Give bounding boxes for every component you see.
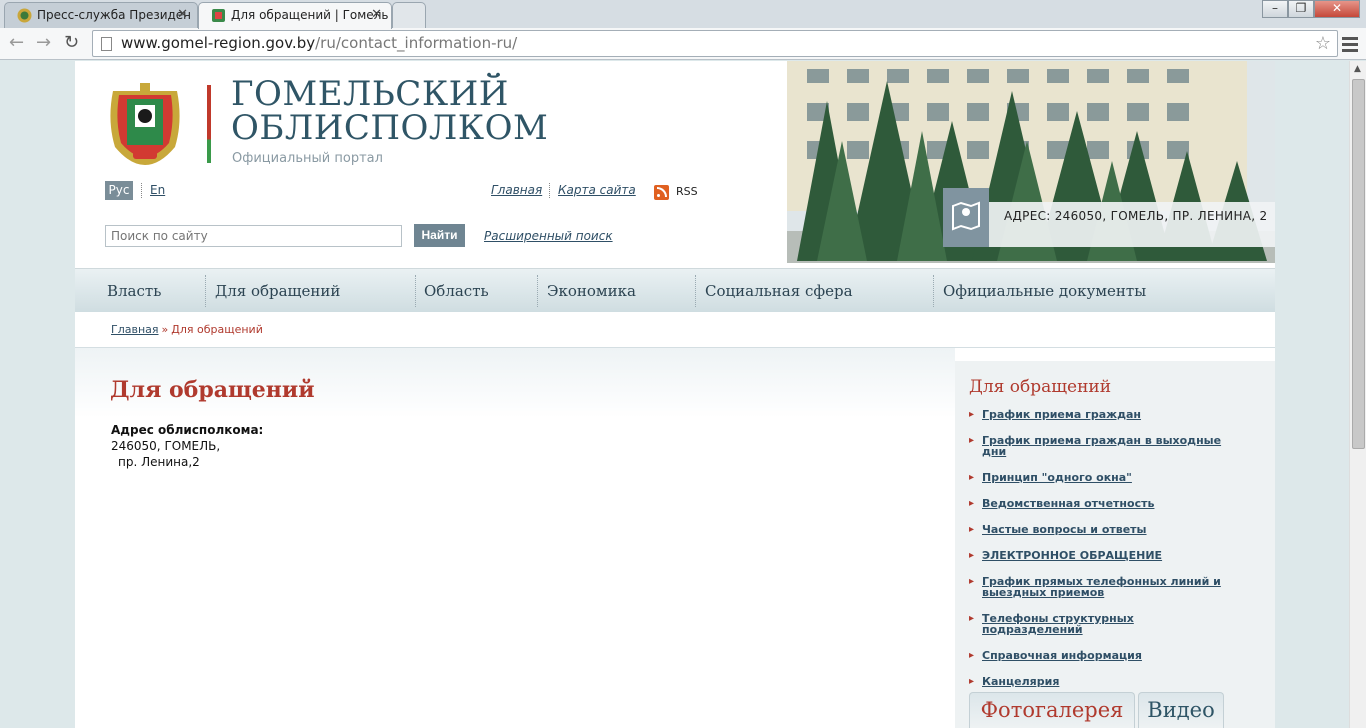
home-link[interactable]: Главная <box>491 183 542 197</box>
breadcrumb-home-link[interactable]: Главная <box>111 323 159 336</box>
nav-item-region[interactable]: Область <box>424 282 489 300</box>
nav-item-appeals[interactable]: Для обращений <box>215 282 340 300</box>
browser-tab-bar: Пресс-служба Президен ✕ Для обращений | … <box>0 0 1366 29</box>
new-tab-button[interactable] <box>392 2 426 28</box>
minimize-icon[interactable]: – <box>1262 0 1288 18</box>
maximize-icon[interactable]: ❐ <box>1288 0 1314 18</box>
sidebar-item-e-appeal[interactable]: ЭЛЕКТРОННОЕ ОБРАЩЕНИЕ <box>969 550 1234 561</box>
divider <box>537 275 538 307</box>
url-host: www.gomel-region.gov.by <box>121 34 316 52</box>
scroll-up-icon[interactable]: ▲ <box>1354 64 1361 74</box>
lang-ru-button[interactable]: Рус <box>105 181 133 200</box>
nav-item-power[interactable]: Власть <box>107 282 161 300</box>
sitemap-link[interactable]: Карта сайта <box>558 183 636 197</box>
page: ГОМЕЛЬСКИЙ ОБЛИСПОЛКОМ Официальный порта… <box>75 61 1275 728</box>
rss-link[interactable]: RSS <box>676 185 698 198</box>
reload-icon[interactable]: ↻ <box>64 32 79 54</box>
sidebar-item-office[interactable]: Канцелярия <box>969 676 1234 687</box>
address-banner-text: АДРЕС: 246050, ГОМЕЛЬ, ПР. ЛЕНИНА, 2 <box>1004 209 1268 223</box>
nav-item-economy[interactable]: Экономика <box>547 282 636 300</box>
sidebar-menu: График приема граждан График приема граж… <box>969 409 1234 687</box>
sidebar-item-reference[interactable]: Справочная информация <box>969 650 1234 661</box>
title-divider <box>207 85 211 163</box>
divider <box>549 183 550 198</box>
tab-press-service[interactable]: Пресс-служба Президен ✕ <box>4 2 198 28</box>
sidebar-item-faq[interactable]: Частые вопросы и ответы <box>969 524 1234 535</box>
url-path: /ru/contact_information-ru/ <box>315 34 518 52</box>
tab-contact-info[interactable]: Для обращений | Гомель ✕ <box>198 2 392 29</box>
tab-photo-gallery[interactable]: Фотогалерея <box>969 692 1135 728</box>
back-icon[interactable]: ← <box>9 32 24 54</box>
sidebar-item-phones[interactable]: Телефоны структурных подразделений <box>969 613 1234 635</box>
search-input[interactable] <box>105 225 402 247</box>
sidebar-item-weekend-schedule[interactable]: График приема граждан в выходные дни <box>969 435 1234 457</box>
site-title: ГОМЕЛЬСКИЙ ОБЛИСПОЛКОМ <box>231 77 548 145</box>
lang-en-link[interactable]: En <box>150 183 165 197</box>
nav-item-documents[interactable]: Официальные документы <box>943 282 1146 300</box>
window-close-icon[interactable]: ✕ <box>1314 0 1360 18</box>
site-subtitle: Официальный портал <box>232 151 383 166</box>
scrollbar-thumb[interactable] <box>1352 79 1365 449</box>
browser-toolbar: ← → ↻ www.gomel-region.gov.by/ru/contact… <box>0 28 1366 60</box>
divider <box>141 183 142 198</box>
sidebar-title: Для обращений <box>969 377 1112 397</box>
address-line: пр. Ленина,2 <box>118 455 200 469</box>
sidebar-item-reports[interactable]: Ведомственная отчетность <box>969 498 1234 509</box>
address-line: 246050, ГОМЕЛЬ, <box>111 439 221 453</box>
map-icon <box>943 188 989 247</box>
rss-icon[interactable] <box>654 185 669 200</box>
tab-label: Для обращений | Гомель <box>231 8 389 22</box>
divider <box>933 275 934 307</box>
search-button[interactable]: Найти <box>414 224 465 247</box>
advanced-search-link[interactable]: Расширенный поиск <box>484 229 613 243</box>
close-icon[interactable]: ✕ <box>371 3 382 27</box>
sidebar: Для обращений График приема граждан Граф… <box>955 361 1275 728</box>
tab-video[interactable]: Видео <box>1138 692 1224 728</box>
page-title: Для обращений <box>110 377 315 403</box>
forward-icon[interactable]: → <box>36 32 51 54</box>
sidebar-item-schedule[interactable]: График приема граждан <box>969 409 1234 420</box>
close-icon[interactable]: ✕ <box>177 3 188 27</box>
breadcrumb: Главная» Для обращений <box>111 323 263 336</box>
bookmark-star-icon[interactable]: ☆ <box>1315 31 1331 56</box>
coat-of-arms-icon <box>212 9 225 22</box>
main-navigation: Власть Для обращений Область Экономика С… <box>75 268 1275 312</box>
site-title-line2: ОБЛИСПОЛКОМ <box>231 108 549 148</box>
breadcrumb-current: Для обращений <box>171 323 263 336</box>
window-controls: – ❐ ✕ <box>1262 0 1360 18</box>
divider <box>695 275 696 307</box>
divider <box>415 275 416 307</box>
breadcrumb-separator: » <box>161 323 169 336</box>
nav-item-social[interactable]: Социальная сфера <box>705 282 853 300</box>
site-title-line1: ГОМЕЛЬСКИЙ <box>231 74 509 114</box>
sidebar-item-hotlines[interactable]: График прямых телефонных линий и выездны… <box>969 576 1234 598</box>
coat-of-arms-logo <box>110 83 180 165</box>
page-icon <box>101 37 112 51</box>
sidebar-item-one-window[interactable]: Принцип "одного окна" <box>969 472 1234 483</box>
vertical-scrollbar[interactable]: ▲ <box>1349 61 1366 728</box>
address-label: Адрес облисполкома: <box>111 423 264 437</box>
address-bar[interactable]: www.gomel-region.gov.by/ru/contact_infor… <box>92 30 1338 57</box>
divider <box>205 275 206 307</box>
tab-label: Пресс-служба Президен <box>37 8 192 22</box>
emblem-icon <box>17 8 32 23</box>
menu-icon[interactable] <box>1342 37 1358 55</box>
